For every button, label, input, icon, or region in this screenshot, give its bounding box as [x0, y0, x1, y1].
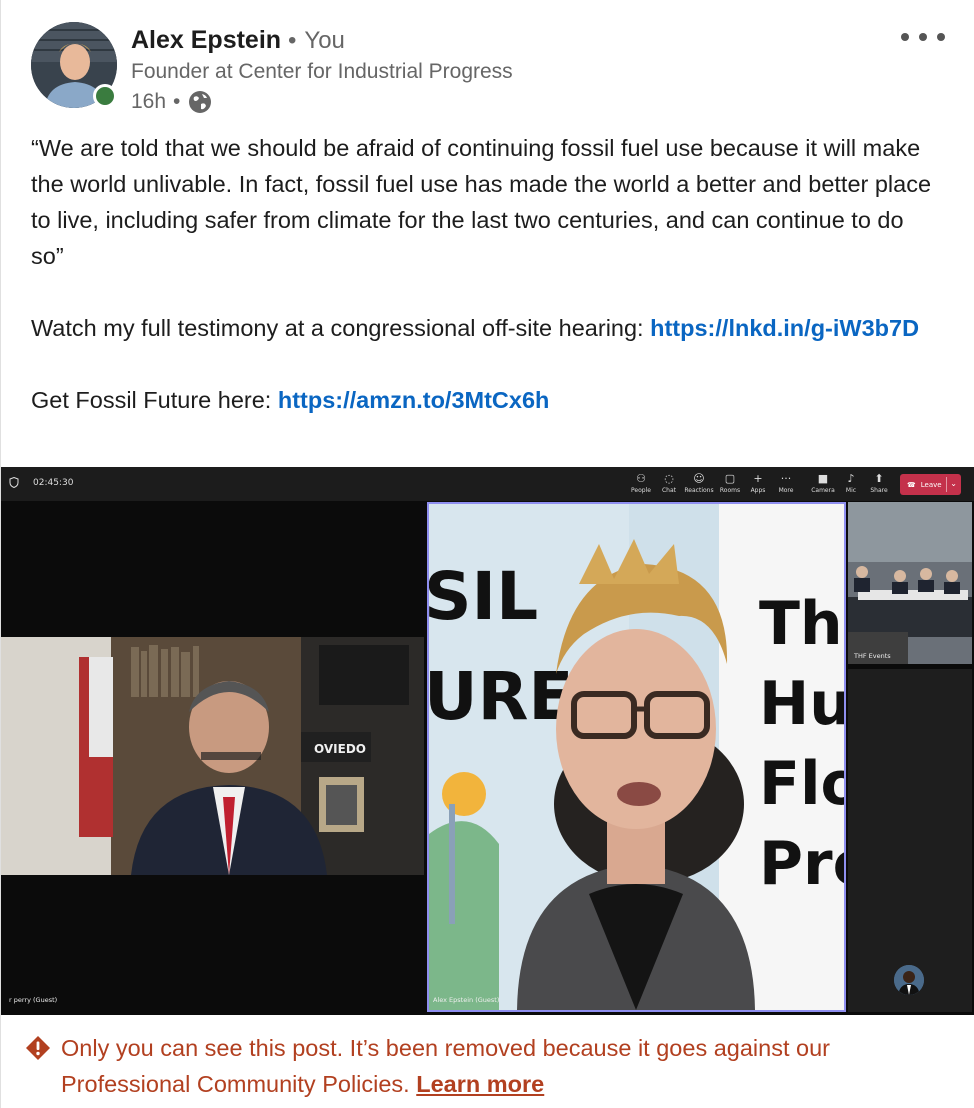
desk-sign-text: OVIEDO: [314, 742, 366, 756]
banner-text-right-2: Hu: [759, 669, 844, 739]
participant-name-gallery: THF Events: [854, 652, 891, 660]
more-dot-icon: [901, 33, 909, 41]
meeting-toolbar: 02:45:30 ⚇ People ◌ Chat ☺ Reactions ▢ Rooms…: [1, 467, 974, 501]
globe-icon: [189, 91, 212, 113]
warning-icon: [26, 1036, 50, 1060]
post-removed-notice: Only you can see this post. It’s been re…: [25, 1030, 955, 1102]
post-more-options-button[interactable]: [901, 24, 945, 50]
toolbar-share-button: ⬆ Share: [861, 472, 897, 498]
banner-text-right-1: Th: [759, 589, 843, 659]
post-quote: “We are told that we should be afraid of…: [31, 135, 932, 269]
participant-name-left: r perry (Guest): [9, 996, 58, 1004]
participant-tile-main: SIL URE Th Hu Flo Pro: [427, 502, 846, 1012]
meeting-timer: 02:45:30: [9, 477, 73, 488]
chevron-down-icon: ⌄: [950, 479, 957, 488]
more-icon: ···: [780, 472, 792, 485]
testimony-paragraph: Watch my full testimony at a congression…: [31, 315, 920, 341]
more-dot-icon: [937, 33, 945, 41]
participant-avatar: [894, 965, 924, 995]
online-status-indicator: [93, 84, 117, 108]
banner-text-right-3: Flo: [759, 749, 844, 819]
phone-icon: ☎: [907, 480, 916, 489]
feed-post-card: Alex Epstein • You Founder at Center for …: [0, 0, 974, 1108]
banner-text-left-2: URE: [429, 658, 574, 735]
post-image[interactable]: 02:45:30 ⚇ People ◌ Chat ☺ Reactions ▢ Rooms…: [1, 467, 974, 1015]
more-dot-icon: [919, 33, 927, 41]
book-paragraph: Get Fossil Future here: https://amzn.to/…: [31, 387, 550, 413]
author-headline: Founder at Center for Industrial Progres…: [131, 60, 513, 83]
share-icon: ⬆: [874, 472, 884, 485]
book-link[interactable]: https://amzn.to/3MtCx6h: [278, 387, 550, 413]
learn-more-link[interactable]: Learn more: [416, 1071, 544, 1097]
banner-text-right-4: Pro: [759, 829, 844, 899]
leave-button: ☎ Leave ⌄: [900, 474, 961, 495]
shield-icon: [9, 477, 19, 488]
testimony-link[interactable]: https://lnkd.in/g-iW3b7D: [650, 315, 919, 341]
post-timestamp[interactable]: 16h: [131, 90, 166, 114]
post-meta: 16h •: [131, 89, 213, 115]
post-body: “We are told that we should be afraid of…: [31, 130, 941, 418]
notice-text: Only you can see this post. It’s been re…: [61, 1035, 830, 1097]
banner-text-left-1: SIL: [429, 558, 538, 635]
author-name[interactable]: Alex Epstein: [131, 26, 281, 55]
meta-separator: •: [173, 90, 181, 113]
participant-name-main: Alex Epstein (Guest): [433, 996, 500, 1004]
toolbar-more-button: ··· More: [768, 472, 804, 498]
gallery-tile-empty: [848, 669, 972, 1012]
gallery-tile-hearing: [848, 502, 972, 664]
author-relation: • You: [288, 27, 345, 54]
participant-tile-left: OVIEDO: [1, 637, 424, 875]
